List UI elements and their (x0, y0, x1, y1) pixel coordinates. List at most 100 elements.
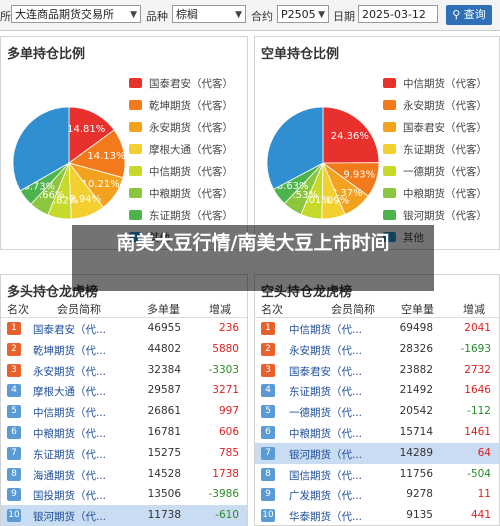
rank-badge: 8 (261, 467, 275, 481)
legend-label: 银河期货（代客） (403, 210, 487, 222)
pie-slice-label: 14.81% (67, 124, 105, 135)
member-name[interactable]: 华泰期货（代... (289, 509, 362, 524)
long-ranking-panel: 多头持仓龙虎榜 名次 会员简称 多单量 增减 1 国泰君安（代... 46955 23… (0, 274, 248, 526)
member-name[interactable]: 东证期货（代... (289, 384, 362, 399)
table-row[interactable]: 5 一德期货（代... 20542 -112 (255, 401, 499, 422)
member-name[interactable]: 中粮期货（代... (33, 426, 106, 441)
member-name[interactable]: 中信期货（代... (289, 322, 362, 337)
table-row[interactable]: 3 国泰君安（代... 23882 2732 (255, 360, 499, 381)
position-change: 236 (218, 322, 239, 334)
member-name[interactable]: 乾坤期货（代... (33, 343, 106, 358)
position-change: 64 (477, 446, 491, 459)
contract-select[interactable]: P2505 ▼ (277, 5, 329, 23)
legend-swatch (129, 188, 142, 198)
table-row[interactable]: 4 东证期货（代... 21492 1646 (255, 380, 499, 401)
member-name[interactable]: 永安期货（代... (33, 364, 106, 379)
rank-badge: 7 (261, 446, 275, 460)
table-row[interactable]: 7 银河期货（代... 14289 64 (255, 442, 499, 464)
table-row[interactable]: 8 海通期货（代... 14528 1738 (1, 464, 247, 485)
rank-badge: 6 (261, 426, 275, 439)
query-button[interactable]: ⚲ 查询 (446, 5, 492, 25)
table-row[interactable]: 10 银河期货（代... 11738 -610 (1, 505, 247, 526)
header-rank: 名次 (261, 303, 283, 316)
rank-badge: 4 (261, 384, 275, 398)
member-name[interactable]: 广发期货（代... (289, 488, 362, 503)
rank-badge: 9 (261, 488, 275, 502)
header-member: 会员简称 (331, 303, 375, 316)
member-name[interactable]: 国泰君安（代... (289, 364, 362, 379)
date-input[interactable]: 2025-03-12 (358, 5, 438, 23)
legend-label: 中粮期货（代客） (149, 188, 233, 200)
position-change: 1461 (464, 426, 491, 438)
legend-swatch (129, 144, 142, 154)
position-qty: 14528 (147, 467, 181, 480)
pie-slice-label: 9.93% (343, 170, 375, 181)
table-row[interactable]: 2 永安期货（代... 28326 -1693 (255, 339, 499, 360)
long-pie-title: 多单持仓比例 (7, 47, 86, 62)
date-input-value: 2025-03-12 (362, 8, 426, 21)
table-row[interactable]: 2 乾坤期货（代... 44802 5880 (1, 339, 247, 360)
member-name[interactable]: 中粮期货（代... (289, 426, 362, 441)
legend-swatch (129, 78, 142, 88)
table-row[interactable]: 9 广发期货（代... 9278 11 (255, 484, 499, 505)
position-change: -610 (215, 509, 239, 522)
legend-swatch (129, 122, 142, 132)
table-row[interactable]: 6 中粮期货（代... 16781 606 (1, 422, 247, 443)
legend-label: 乾坤期货（代客） (149, 100, 233, 112)
rank-badge: 1 (261, 322, 275, 335)
member-name[interactable]: 海通期货（代... (33, 468, 106, 483)
position-change: 2732 (464, 363, 491, 376)
legend-label: 国泰君安（代客） (403, 122, 487, 134)
member-name[interactable]: 国泰君安（代... (33, 322, 106, 337)
rank-badge: 8 (7, 467, 21, 481)
position-qty: 11756 (399, 467, 433, 480)
table-row[interactable]: 6 中粮期货（代... 15714 1461 (255, 422, 499, 443)
short-pie-title: 空单持仓比例 (261, 47, 340, 62)
exchange-select-value: 大连商品期货交易所 (15, 8, 114, 21)
legend-swatch (383, 122, 396, 132)
position-qty: 46955 (147, 322, 181, 334)
variety-select[interactable]: 棕榈 ▼ (172, 5, 246, 23)
member-name[interactable]: 摩根大通（代... (33, 384, 106, 399)
table-row[interactable]: 8 国信期货（代... 11756 -504 (255, 464, 499, 485)
pie-slice-label: 24.36% (331, 131, 369, 142)
legend-label: 东证期货（代客） (403, 144, 487, 156)
table-row[interactable]: 1 国泰君安（代... 46955 236 (1, 318, 247, 339)
member-name[interactable]: 一德期货（代... (289, 405, 362, 420)
rank-badge: 2 (261, 342, 275, 356)
short-position-pie-panel: 空单持仓比例 24.36% 9.93% 8.37% 32.09% 5.01% 5.53% 6… (254, 36, 500, 250)
table-row[interactable]: 10 华泰期货（代... 9135 441 (255, 505, 499, 526)
position-qty: 26861 (147, 405, 181, 418)
member-name[interactable]: 国信期货（代... (289, 468, 362, 483)
table-row[interactable]: 3 永安期货（代... 32384 -3303 (1, 360, 247, 381)
news-overlay-banner[interactable]: 南美大豆行情/南美大豆上市时间 (72, 225, 434, 291)
position-qty: 15714 (399, 426, 433, 438)
long-position-pie-panel: 多单持仓比例 14.81% 14.13% 10.21% 32.94% 4.82% 5.66… (0, 36, 248, 250)
member-name[interactable]: 永安期货（代... (289, 343, 362, 358)
chevron-down-icon: ▼ (130, 10, 137, 20)
member-name[interactable]: 银河期货（代... (33, 509, 106, 524)
legend-swatch (383, 188, 396, 198)
header-short-qty: 空单量 (401, 303, 434, 316)
long-position-pie-chart: 14.81%14.13%10.21%32.94%4.82%5.66%6.73% (12, 106, 126, 220)
member-name[interactable]: 中信期货（代... (33, 405, 106, 420)
member-name[interactable]: 银河期货（代... (289, 447, 362, 462)
member-name[interactable]: 国投期货（代... (33, 488, 106, 503)
table-row[interactable]: 7 东证期货（代... 15275 785 (1, 443, 247, 464)
table-row[interactable]: 5 中信期货（代... 26861 997 (1, 401, 247, 422)
legend-label: 中信期货（代客） (403, 78, 487, 90)
table-row[interactable]: 4 摩根大通（代... 29587 3271 (1, 380, 247, 401)
exchange-label: 所 (0, 10, 11, 23)
position-qty: 69498 (399, 322, 433, 334)
rank-badge: 6 (7, 426, 21, 439)
member-name[interactable]: 东证期货（代... (33, 447, 106, 462)
position-change: 997 (218, 405, 239, 418)
rank-badge: 9 (7, 488, 21, 502)
legend-label: 中信期货（代客） (149, 166, 233, 178)
exchange-select[interactable]: 大连商品期货交易所 ▼ (11, 5, 141, 23)
table-row[interactable]: 9 国投期货（代... 13506 -3986 (1, 484, 247, 505)
position-change: 2041 (464, 322, 491, 334)
chevron-down-icon: ▼ (235, 10, 242, 20)
table-row[interactable]: 1 中信期货（代... 69498 2041 (255, 318, 499, 339)
header-rank: 名次 (7, 303, 29, 316)
